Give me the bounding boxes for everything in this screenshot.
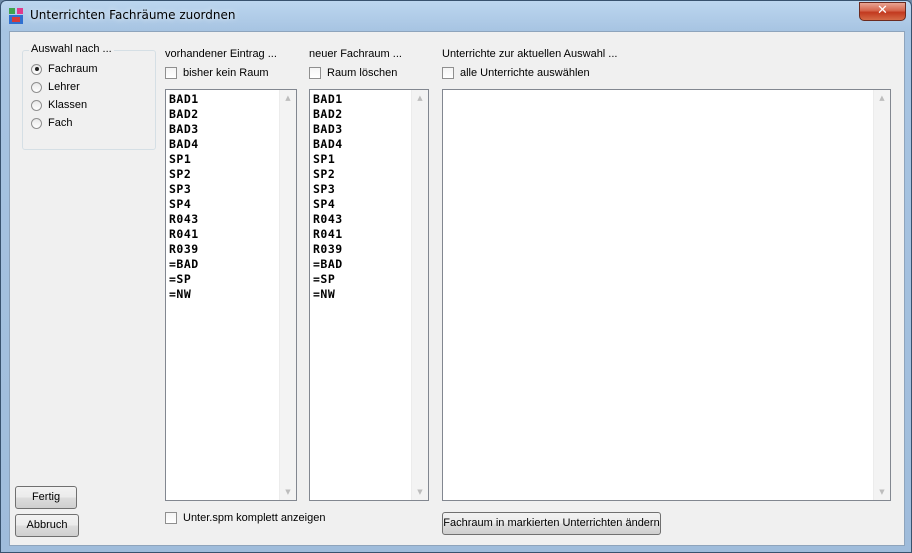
existing-room-listbox[interactable]: BAD1 BAD2 BAD3 BAD4 SP1 SP2 SP3 SP4 R043 R041 R039… — [165, 89, 297, 501]
cancel-button[interactable]: Abbruch — [15, 514, 79, 537]
change-room-button[interactable]: Fachraum in markierten Unterrichten ände… — [442, 512, 661, 535]
list-item[interactable]: BAD1 — [313, 92, 343, 107]
radio-label: Klassen — [48, 99, 88, 111]
scroll-down-arrow-icon[interactable]: ▼ — [874, 484, 890, 500]
list-item[interactable]: SP3 — [169, 182, 199, 197]
selection-group-legend: Auswahl nach ... — [29, 43, 114, 55]
list-item[interactable]: =NW — [169, 287, 199, 302]
list-item[interactable]: BAD3 — [313, 122, 343, 137]
done-button[interactable]: Fertig — [15, 486, 77, 509]
existing-room-list: BAD1 BAD2 BAD3 BAD4 SP1 SP2 SP3 SP4 R043 R041 R039… — [169, 92, 199, 302]
list-item[interactable]: =BAD — [313, 257, 343, 272]
delete-room-label: Raum löschen — [327, 67, 398, 79]
radio-label: Lehrer — [48, 81, 80, 93]
scroll-up-arrow-icon[interactable]: ▲ — [412, 90, 428, 106]
window-title: Unterrichten Fachräume zuordnen — [30, 8, 236, 22]
list-item[interactable]: BAD2 — [313, 107, 343, 122]
dialog-window: Unterrichten Fachräume zuordnen ✕ Auswah… — [0, 0, 912, 553]
show-full-label: Unter.spm komplett anzeigen — [183, 512, 326, 524]
delete-room-checkbox-row[interactable]: Raum löschen — [309, 66, 397, 80]
list-item[interactable]: BAD3 — [169, 122, 199, 137]
list-item[interactable]: =SP — [313, 272, 343, 287]
list-item[interactable]: =BAD — [169, 257, 199, 272]
lessons-listbox[interactable]: ▲ ▼ — [442, 89, 891, 501]
list-item[interactable]: R041 — [313, 227, 343, 242]
new-room-list: BAD1 BAD2 BAD3 BAD4 SP1 SP2 SP3 SP4 R043 R041 R039… — [313, 92, 343, 302]
show-full-checkbox-row[interactable]: Unter.spm komplett anzeigen — [165, 511, 325, 525]
list-item[interactable]: SP1 — [169, 152, 199, 167]
scroll-up-arrow-icon[interactable]: ▲ — [874, 90, 890, 106]
list-item[interactable]: R039 — [313, 242, 343, 257]
radio-button-icon[interactable] — [31, 81, 42, 93]
new-room-listbox[interactable]: BAD1 BAD2 BAD3 BAD4 SP1 SP2 SP3 SP4 R043 R041 R039… — [309, 89, 429, 501]
list-item[interactable]: R039 — [169, 242, 199, 257]
close-button[interactable]: ✕ — [859, 2, 906, 21]
radio-button-icon[interactable] — [31, 63, 42, 75]
delete-room-checkbox[interactable] — [309, 67, 321, 79]
new-room-heading: neuer Fachraum ... — [309, 48, 402, 60]
existing-entry-heading: vorhandener Eintrag ... — [165, 48, 277, 60]
radio-lehrer[interactable]: Lehrer — [31, 80, 80, 94]
close-icon: ✕ — [877, 3, 888, 18]
list-item[interactable]: SP4 — [313, 197, 343, 212]
list-item[interactable]: =NW — [313, 287, 343, 302]
list-item[interactable]: BAD4 — [313, 137, 343, 152]
list-item[interactable]: SP3 — [313, 182, 343, 197]
radio-fach[interactable]: Fach — [31, 116, 72, 130]
select-all-lessons-checkbox-row[interactable]: alle Unterrichte auswählen — [442, 66, 590, 80]
show-full-checkbox[interactable] — [165, 512, 177, 524]
dialog-client-area: Auswahl nach ... Fachraum Lehrer Klassen… — [9, 31, 905, 546]
list-item[interactable]: R043 — [313, 212, 343, 227]
scrollbar[interactable]: ▲ ▼ — [279, 90, 296, 500]
title-bar[interactable]: Unterrichten Fachräume zuordnen ✕ — [1, 1, 911, 31]
radio-button-icon[interactable] — [31, 117, 42, 129]
scrollbar[interactable]: ▲ ▼ — [873, 90, 890, 500]
radio-klassen[interactable]: Klassen — [31, 98, 87, 112]
radio-label: Fachraum — [48, 63, 98, 75]
select-all-lessons-checkbox[interactable] — [442, 67, 454, 79]
no-room-yet-label: bisher kein Raum — [183, 67, 269, 79]
list-item[interactable]: BAD4 — [169, 137, 199, 152]
radio-button-icon[interactable] — [31, 99, 42, 111]
list-item[interactable]: =SP — [169, 272, 199, 287]
scroll-down-arrow-icon[interactable]: ▼ — [412, 484, 428, 500]
no-room-yet-checkbox-row[interactable]: bisher kein Raum — [165, 66, 269, 80]
select-all-lessons-label: alle Unterrichte auswählen — [460, 67, 590, 79]
scrollbar[interactable]: ▲ ▼ — [411, 90, 428, 500]
list-item[interactable]: BAD1 — [169, 92, 199, 107]
list-item[interactable]: SP4 — [169, 197, 199, 212]
radio-label: Fach — [48, 117, 73, 129]
list-item[interactable]: BAD2 — [169, 107, 199, 122]
list-item[interactable]: SP1 — [313, 152, 343, 167]
list-item[interactable]: SP2 — [169, 167, 199, 182]
no-room-yet-checkbox[interactable] — [165, 67, 177, 79]
list-item[interactable]: R041 — [169, 227, 199, 242]
radio-fachraum[interactable]: Fachraum — [31, 62, 98, 76]
list-item[interactable]: SP2 — [313, 167, 343, 182]
selection-group: Auswahl nach ... Fachraum Lehrer Klassen… — [22, 43, 156, 150]
schedule-app-icon — [9, 8, 23, 24]
scroll-down-arrow-icon[interactable]: ▼ — [280, 484, 296, 500]
lessons-heading: Unterrichte zur aktuellen Auswahl ... — [442, 48, 618, 60]
scroll-up-arrow-icon[interactable]: ▲ — [280, 90, 296, 106]
list-item[interactable]: R043 — [169, 212, 199, 227]
